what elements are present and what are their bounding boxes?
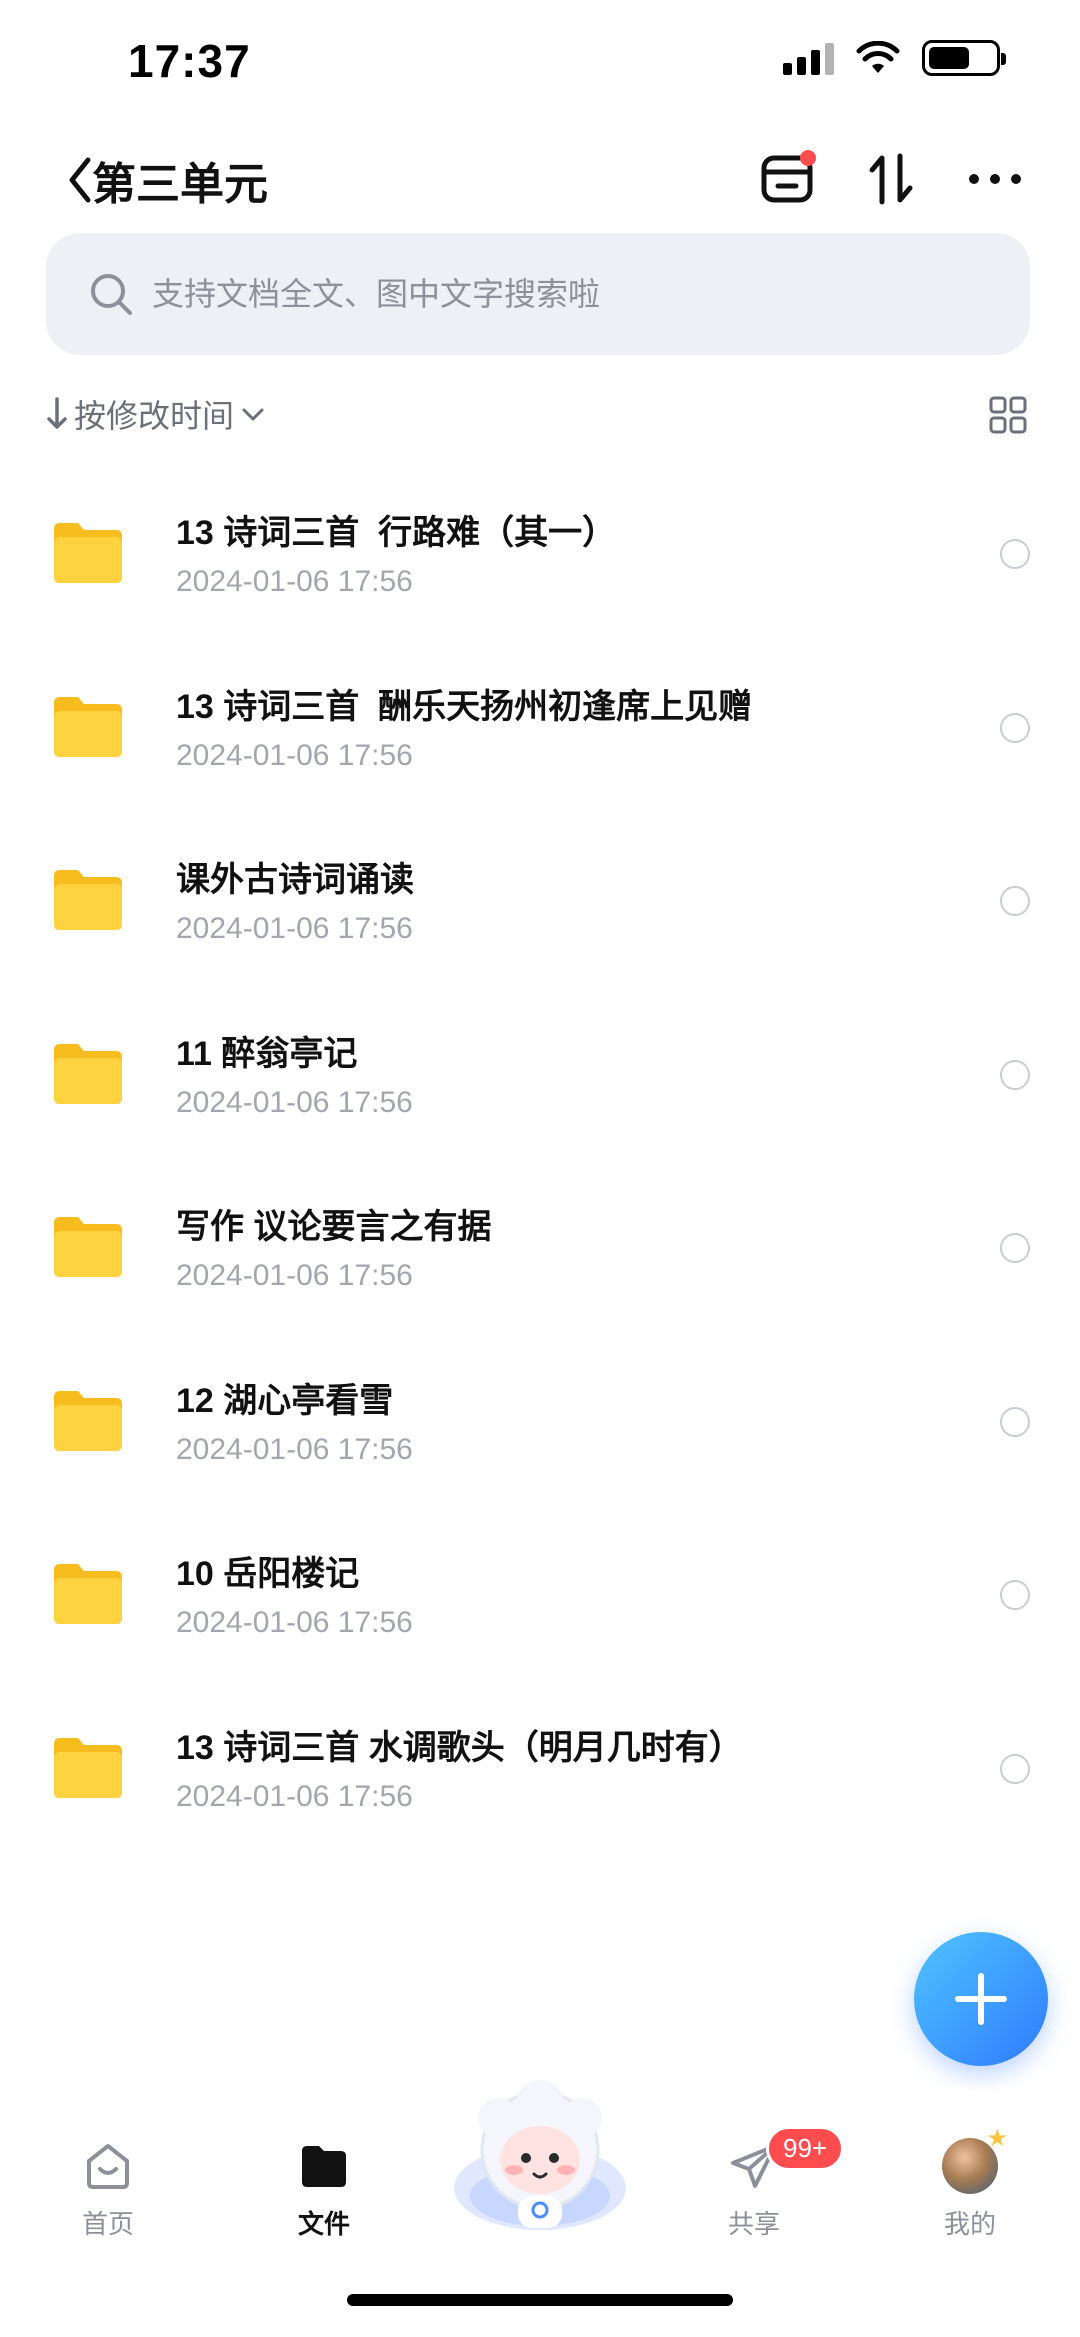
- file-name: 12 湖心亭看雪: [176, 1381, 394, 1420]
- home-indicator: [347, 2294, 733, 2306]
- select-checkbox[interactable]: [1000, 886, 1030, 916]
- page-title: 第三单元: [92, 160, 268, 209]
- status-icons: [783, 40, 1006, 76]
- add-button[interactable]: [914, 1932, 1048, 2066]
- tab-share[interactable]: 99+ 共享: [684, 2126, 845, 2241]
- file-date: 2024-01-06 17:56: [176, 1259, 413, 1292]
- list-item[interactable]: 13 诗词三首 行路难（其一） 2024-01-06 17:56: [0, 475, 1080, 649]
- file-date: 2024-01-06 17:56: [176, 1606, 413, 1639]
- file-date: 2024-01-06 17:56: [176, 565, 413, 598]
- select-checkbox[interactable]: [1000, 1059, 1030, 1090]
- file-name: 13 诗词三首 行路难（其一）: [176, 514, 617, 552]
- tab-files[interactable]: 文件: [254, 2138, 394, 2241]
- assistant-mascot-button[interactable]: [448, 2078, 632, 2238]
- list-item[interactable]: 10 岳阳楼记 2024-01-06 17:56: [0, 1516, 1080, 1690]
- select-checkbox[interactable]: [1000, 1753, 1030, 1784]
- more-icon: [969, 174, 1021, 184]
- notification-dot: [800, 150, 816, 166]
- search-bar[interactable]: [46, 233, 1030, 355]
- sort-by-modified-button[interactable]: 按修改时间: [46, 391, 266, 437]
- folder-icon: [54, 523, 122, 583]
- file-list: 13 诗词三首 行路难（其一） 2024-01-06 17:56 13 诗词三首…: [0, 475, 1080, 1863]
- file-date: 2024-01-06 17:56: [176, 738, 413, 772]
- file-date: 2024-01-06 17:56: [176, 1085, 413, 1119]
- home-icon: [87, 2144, 129, 2189]
- file-date: 2024-01-06 17:56: [176, 912, 413, 945]
- tab-label: 首页: [81, 2209, 134, 2239]
- tab-profile[interactable]: 我的: [900, 2124, 1040, 2241]
- folder-icon: [302, 2146, 346, 2187]
- list-item[interactable]: 课外古诗词诵读 2024-01-06 17:56: [0, 822, 1080, 996]
- file-date: 2024-01-06 17:56: [176, 1779, 413, 1813]
- list-item[interactable]: 13 诗词三首 水调歌头（明月几时有） 2024-01-06 17:56: [0, 1690, 1080, 1864]
- select-checkbox[interactable]: [1000, 1233, 1030, 1263]
- select-checkbox[interactable]: [1000, 1406, 1030, 1437]
- file-name: 11 醉翁亭记: [176, 1034, 358, 1073]
- tab-label: 文件: [297, 2209, 350, 2239]
- list-item[interactable]: 12 湖心亭看雪 2024-01-06 17:56: [0, 1343, 1080, 1517]
- more-button[interactable]: [960, 144, 1030, 214]
- cellular-signal-icon: [783, 41, 834, 75]
- status-bar: 17:37: [0, 0, 1080, 120]
- select-checkbox[interactable]: [1000, 1580, 1030, 1610]
- list-item[interactable]: 13 诗词三首 酬乐天扬州初逢席上见赠 2024-01-06 17:56: [0, 649, 1080, 823]
- battery-icon: [922, 40, 1006, 76]
- folder-icon: [54, 1217, 122, 1277]
- file-name: 写作 议论要言之有据: [176, 1208, 492, 1246]
- folder-icon: [54, 696, 122, 757]
- grid-view-icon[interactable]: [988, 395, 1028, 435]
- file-name: 10 岳阳楼记: [176, 1555, 360, 1593]
- tab-home[interactable]: 首页: [38, 2138, 178, 2241]
- search-input[interactable]: [152, 275, 952, 313]
- status-time: 17:37: [128, 35, 251, 87]
- notification-badge: 99+: [766, 2126, 845, 2171]
- tab-label: 我的: [943, 2209, 996, 2239]
- folder-icon: [54, 1390, 122, 1451]
- list-item[interactable]: 写作 议论要言之有据 2024-01-06 17:56: [0, 1169, 1080, 1343]
- sort-label: 按修改时间: [74, 398, 235, 434]
- folder-icon: [54, 1737, 122, 1798]
- file-date: 2024-01-06 17:56: [176, 1432, 413, 1466]
- transfer-box-button[interactable]: [752, 144, 822, 214]
- search-icon: [91, 274, 132, 315]
- sort-arrows-icon: [869, 153, 913, 205]
- arrow-down-icon: [47, 397, 67, 429]
- folder-icon: [54, 1043, 122, 1104]
- list-item[interactable]: 11 醉翁亭记 2024-01-06 17:56: [0, 996, 1080, 1170]
- header: 第三单元: [0, 130, 1080, 230]
- select-checkbox[interactable]: [1000, 712, 1030, 743]
- file-name: 课外古诗词诵读: [176, 861, 414, 899]
- tab-label: 共享: [727, 2209, 780, 2239]
- avatar: [942, 2124, 1008, 2194]
- folder-icon: [54, 1564, 122, 1624]
- chevron-down-icon: [242, 408, 264, 421]
- folder-icon: [54, 870, 122, 930]
- wifi-icon: [856, 41, 900, 73]
- file-name: 13 诗词三首 酬乐天扬州初逢席上见赠: [176, 687, 753, 726]
- file-name: 13 诗词三首 水调歌头（明月几时有）: [176, 1728, 743, 1767]
- sort-row: 按修改时间: [0, 385, 1080, 445]
- plus-icon: [955, 1973, 1007, 2025]
- sort-order-button[interactable]: [856, 144, 926, 214]
- select-checkbox[interactable]: [1000, 539, 1030, 569]
